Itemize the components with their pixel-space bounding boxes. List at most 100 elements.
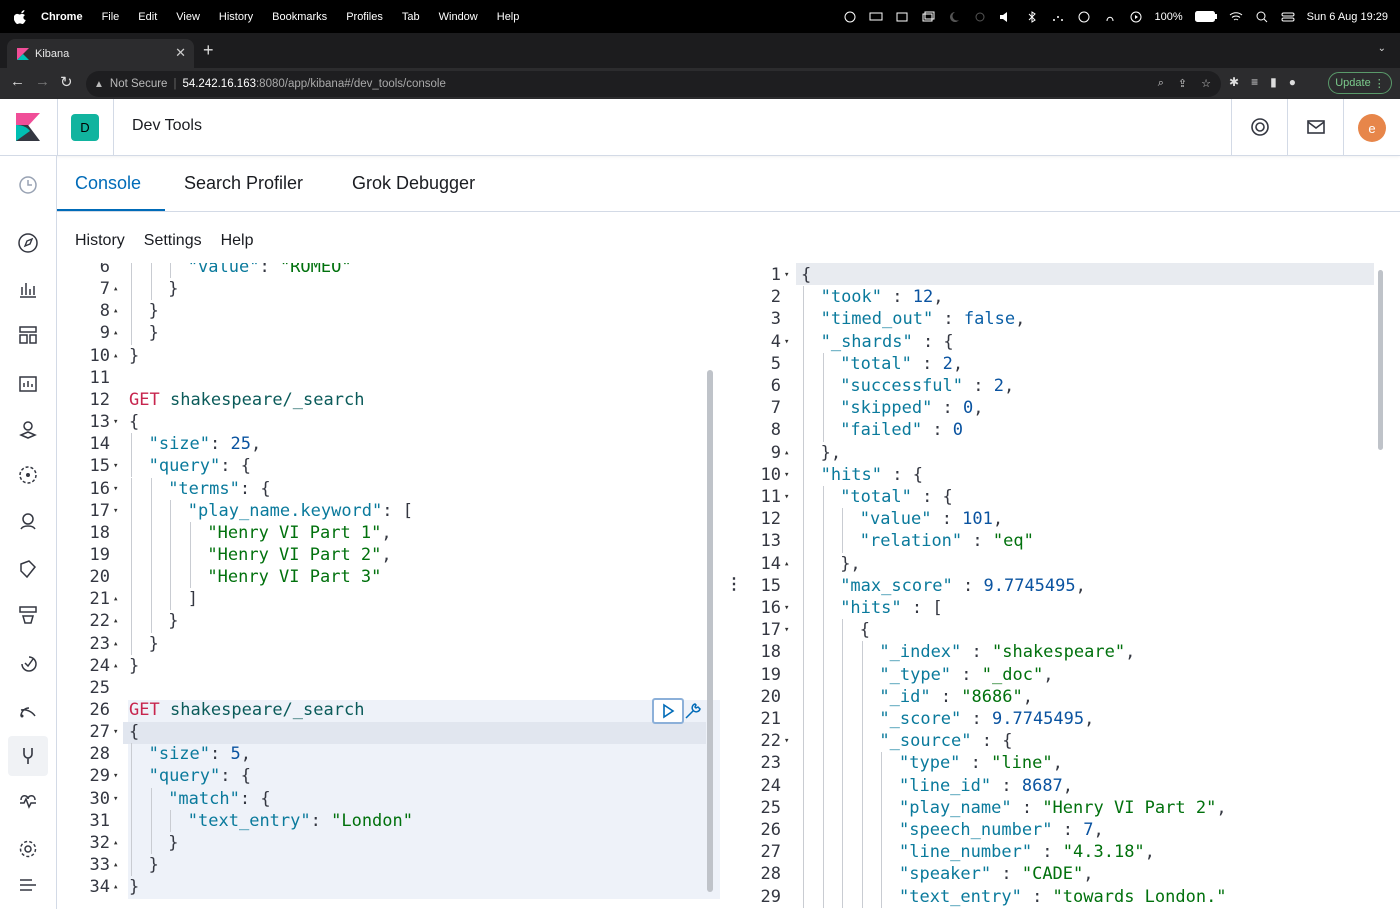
extensions-puzzle-icon[interactable]: ✱ bbox=[1229, 75, 1239, 89]
fold-close-icon[interactable]: ▴ bbox=[113, 633, 118, 655]
forward-arrow-icon[interactable]: → bbox=[35, 73, 50, 90]
fingerprint-icon[interactable] bbox=[1103, 11, 1117, 23]
fold-open-icon[interactable]: ▾ bbox=[784, 619, 789, 641]
console-help-link[interactable]: Help bbox=[221, 232, 254, 250]
uptime-icon[interactable] bbox=[17, 652, 39, 674]
fold-close-icon[interactable]: ▴ bbox=[113, 876, 118, 898]
infrastructure-icon[interactable] bbox=[17, 604, 39, 626]
collapse-nav-icon[interactable] bbox=[17, 874, 39, 896]
fold-open-icon[interactable]: ▾ bbox=[784, 331, 789, 353]
globe-icon[interactable] bbox=[843, 11, 857, 23]
fold-open-icon[interactable]: ▾ bbox=[784, 464, 789, 486]
send-request-button[interactable] bbox=[652, 698, 684, 724]
dev-tools-wrench-icon[interactable] bbox=[17, 745, 39, 767]
zoom-icon[interactable]: ⌕ bbox=[1158, 77, 1164, 90]
maps-icon[interactable] bbox=[17, 418, 39, 440]
fold-open-icon[interactable]: ▾ bbox=[113, 765, 118, 787]
monitoring-heartbeat-icon[interactable] bbox=[17, 792, 39, 814]
machine-learning-icon[interactable] bbox=[17, 464, 39, 486]
request-editor[interactable]: 6 "value": "ROMEO" 7 ▴} 8 ▴} 9 ▴} 10 ▴} 11 12 GET sh… bbox=[66, 263, 720, 899]
logs-icon[interactable] bbox=[17, 558, 39, 580]
info-icon[interactable] bbox=[1077, 11, 1091, 23]
screen-mirror-icon[interactable] bbox=[895, 11, 909, 23]
console-history-link[interactable]: History bbox=[75, 232, 125, 250]
response-scrollbar[interactable] bbox=[1378, 270, 1383, 450]
wifi-icon[interactable] bbox=[1229, 11, 1243, 23]
menu-app-name[interactable]: Chrome bbox=[41, 11, 83, 23]
kibana-logo-icon[interactable] bbox=[16, 113, 40, 141]
fold-open-icon[interactable]: ▾ bbox=[784, 597, 789, 619]
fold-close-icon[interactable]: ▴ bbox=[784, 553, 789, 575]
update-button[interactable]: Update ⋮ bbox=[1328, 72, 1392, 94]
menu-tab[interactable]: Tab bbox=[402, 11, 420, 23]
profile-avatar-icon[interactable]: ● bbox=[1289, 75, 1296, 89]
visualize-chart-icon[interactable] bbox=[17, 278, 39, 300]
fold-close-icon[interactable]: ▴ bbox=[113, 854, 118, 876]
control-icon[interactable] bbox=[1051, 11, 1065, 23]
tab-grok-debugger[interactable]: Grok Debugger bbox=[352, 173, 475, 194]
menu-edit[interactable]: Edit bbox=[138, 11, 157, 23]
security-status[interactable]: Not Secure bbox=[110, 78, 168, 90]
response-viewer[interactable]: 1 ▾{2 "took" : 12, 3 "timed_out" : false, 4 ▾ "… bbox=[738, 263, 1390, 909]
airdrop-icon[interactable] bbox=[973, 11, 987, 23]
display-icon[interactable] bbox=[869, 11, 883, 23]
space-selector-badge[interactable]: D bbox=[71, 114, 99, 141]
console-settings-link[interactable]: Settings bbox=[144, 232, 202, 250]
battery-icon[interactable] bbox=[1194, 11, 1217, 22]
share-icon[interactable]: ⇪ bbox=[1178, 77, 1187, 90]
menu-bookmarks[interactable]: Bookmarks bbox=[272, 11, 327, 23]
fold-open-icon[interactable]: ▾ bbox=[784, 486, 789, 508]
fold-open-icon[interactable]: ▾ bbox=[113, 455, 118, 477]
search-icon[interactable] bbox=[1255, 11, 1269, 23]
tab-console[interactable]: Console bbox=[75, 173, 141, 194]
browser-tab-kibana[interactable]: Kibana ✕ bbox=[7, 39, 194, 68]
address-bar[interactable]: ▲ Not Secure | 54.242.16.163:8080/app/ki… bbox=[86, 71, 1221, 97]
fold-close-icon[interactable]: ▴ bbox=[113, 588, 118, 610]
fold-close-icon[interactable]: ▴ bbox=[113, 832, 118, 854]
menubar-datetime[interactable]: Sun 6 Aug 19:29 bbox=[1307, 11, 1388, 23]
window-icon[interactable] bbox=[921, 11, 935, 23]
menu-view[interactable]: View bbox=[176, 11, 200, 23]
fold-open-icon[interactable]: ▾ bbox=[113, 500, 118, 522]
menu-profiles[interactable]: Profiles bbox=[346, 11, 383, 23]
request-settings-wrench-icon[interactable] bbox=[682, 700, 704, 722]
tab-search-profiler[interactable]: Search Profiler bbox=[184, 173, 303, 194]
apm-icon[interactable] bbox=[17, 698, 39, 720]
fold-open-icon[interactable]: ▾ bbox=[113, 478, 118, 500]
fold-open-icon[interactable]: ▾ bbox=[113, 788, 118, 810]
fold-open-icon[interactable]: ▾ bbox=[113, 721, 118, 743]
discover-compass-icon[interactable] bbox=[17, 232, 39, 254]
help-lifebuoy-icon[interactable] bbox=[1250, 117, 1270, 137]
fold-close-icon[interactable]: ▴ bbox=[113, 655, 118, 677]
canvas-icon[interactable] bbox=[17, 372, 39, 394]
fold-close-icon[interactable]: ▴ bbox=[113, 300, 118, 322]
fold-open-icon[interactable]: ▾ bbox=[784, 730, 789, 752]
apple-icon[interactable] bbox=[14, 9, 28, 24]
play-icon[interactable] bbox=[1129, 11, 1143, 23]
reading-list-icon[interactable]: ≡ bbox=[1251, 75, 1258, 89]
warning-triangle-icon[interactable]: ▲ bbox=[94, 79, 104, 90]
fold-open-icon[interactable]: ▾ bbox=[784, 264, 789, 286]
dashboard-icon[interactable] bbox=[17, 324, 39, 346]
volume-icon[interactable] bbox=[999, 11, 1013, 23]
user-avatar[interactable]: e bbox=[1358, 114, 1386, 142]
tab-close-icon[interactable]: ✕ bbox=[175, 45, 186, 61]
menu-history[interactable]: History bbox=[219, 11, 253, 23]
fold-close-icon[interactable]: ▴ bbox=[113, 345, 118, 367]
reload-icon[interactable]: ↻ bbox=[60, 73, 73, 91]
siem-icon[interactable] bbox=[17, 510, 39, 532]
menu-file[interactable]: File bbox=[102, 11, 120, 23]
tab-search-chevron-icon[interactable]: ⌄ bbox=[1378, 43, 1386, 54]
fold-close-icon[interactable]: ▴ bbox=[113, 322, 118, 344]
bookmark-star-icon[interactable]: ☆ bbox=[1201, 77, 1211, 90]
request-editor-scrollbar[interactable] bbox=[707, 370, 713, 892]
fold-close-icon[interactable]: ▴ bbox=[113, 610, 118, 632]
bluetooth-icon[interactable] bbox=[1025, 10, 1039, 23]
side-panel-icon[interactable]: ▮ bbox=[1270, 75, 1277, 89]
fold-close-icon[interactable]: ▴ bbox=[784, 442, 789, 464]
newsfeed-mail-icon[interactable] bbox=[1306, 117, 1326, 137]
menu-window[interactable]: Window bbox=[439, 11, 478, 23]
moon-icon[interactable] bbox=[947, 11, 961, 23]
menu-help[interactable]: Help bbox=[497, 11, 520, 23]
fold-open-icon[interactable]: ▾ bbox=[113, 411, 118, 433]
